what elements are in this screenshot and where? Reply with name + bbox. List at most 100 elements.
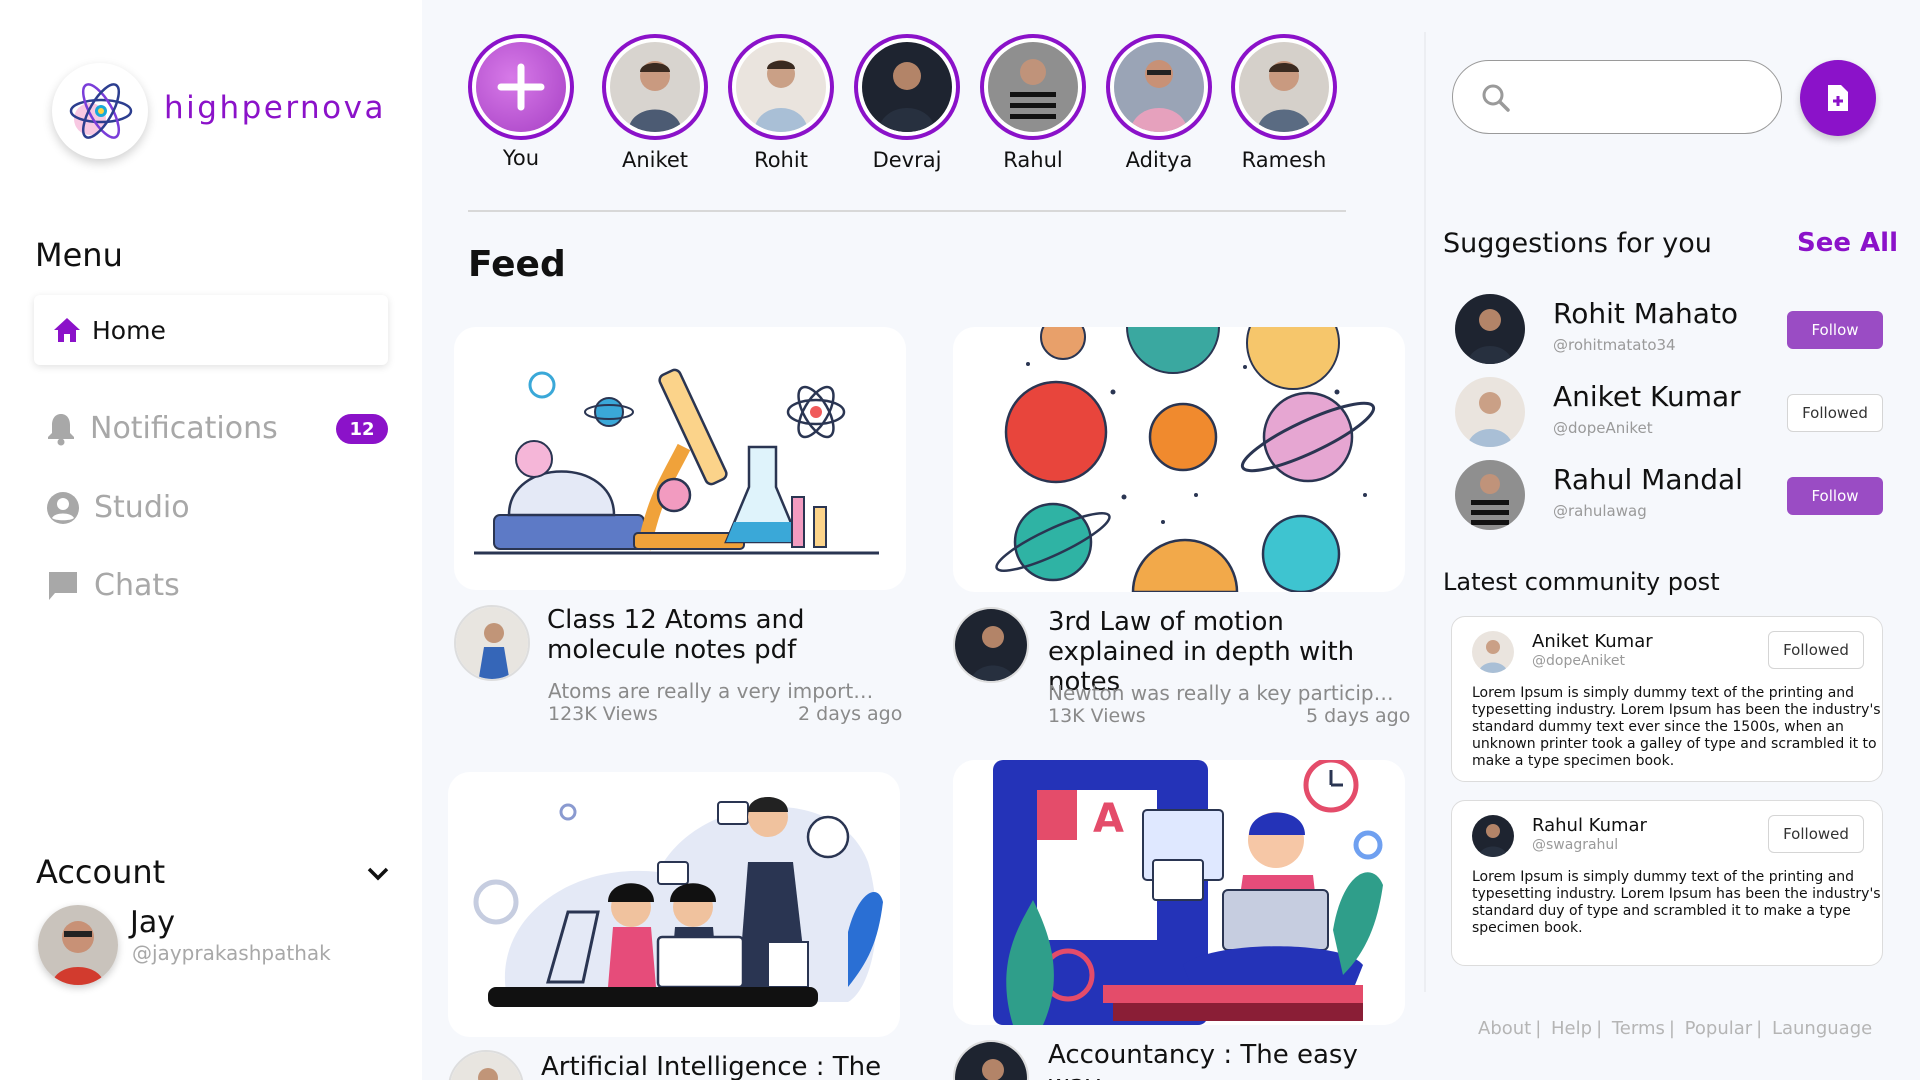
story-avatar xyxy=(1239,42,1329,132)
post-thumbnail-science[interactable] xyxy=(454,327,906,590)
see-all-link[interactable]: See All xyxy=(1797,228,1898,258)
community-post-author[interactable]: Rahul Kumar xyxy=(1532,815,1647,836)
story-avatar xyxy=(736,42,826,132)
community-post-avatar[interactable] xyxy=(1472,631,1514,673)
post-author-avatar[interactable] xyxy=(454,605,530,681)
suggestion-name[interactable]: Rahul Mandal xyxy=(1553,463,1743,496)
suggestion-avatar[interactable] xyxy=(1455,377,1525,447)
story-name: Devraj xyxy=(872,148,942,172)
plus-icon xyxy=(497,63,545,111)
post-description: Newton was really a key participant in p… xyxy=(1048,681,1394,705)
footer-links: About | Help | Terms | Popular | Launguage xyxy=(1478,1018,1873,1039)
post-thumbnail-accountancy[interactable]: A xyxy=(953,760,1405,1025)
chat-icon xyxy=(49,571,77,600)
story-avatar xyxy=(862,42,952,132)
suggestion-name[interactable]: Aniket Kumar xyxy=(1553,380,1741,413)
post-views: 123K Views xyxy=(548,703,658,725)
follow-button[interactable]: Follow xyxy=(1787,477,1883,515)
story-name: Rahul xyxy=(1003,148,1063,172)
story-rohit[interactable]: Rohit xyxy=(726,34,836,172)
stories-divider xyxy=(468,210,1346,212)
story-avatar xyxy=(610,42,700,132)
brand-logo[interactable] xyxy=(52,63,148,159)
new-post-button[interactable] xyxy=(1800,60,1876,136)
brand-name: highpernova xyxy=(164,90,386,126)
followed-button[interactable]: Followed xyxy=(1768,815,1864,853)
sidebar-item-chats[interactable]: Chats xyxy=(46,568,180,603)
notifications-count-badge: 12 xyxy=(336,414,388,444)
story-avatar xyxy=(1114,42,1204,132)
suggestion-handle: @rahulawag xyxy=(1553,502,1647,520)
post-author-avatar[interactable] xyxy=(448,1050,524,1080)
story-ramesh[interactable]: Ramesh xyxy=(1229,34,1339,172)
suggestion-handle: @dopeAniket xyxy=(1553,419,1653,437)
right-column-divider xyxy=(1424,32,1426,992)
story-name: Rohit xyxy=(754,148,808,172)
sidebar-item-home[interactable]: Home xyxy=(34,295,388,365)
atom-icon xyxy=(69,83,133,139)
community-post-text: Lorem Ipsum is simply dummy text of the … xyxy=(1472,685,1881,769)
feed-title: Feed xyxy=(468,244,566,285)
community-post[interactable]: Rahul Kumar @swagrahul Followed Lorem Ip… xyxy=(1451,800,1883,966)
user-circle-icon xyxy=(47,491,79,524)
footer-link-help[interactable]: Help xyxy=(1551,1018,1592,1039)
post-age: 5 days ago xyxy=(1306,705,1411,727)
community-post-avatar[interactable] xyxy=(1472,815,1514,857)
post-title[interactable]: Accountancy : The easy way xyxy=(1048,1040,1408,1080)
story-ring xyxy=(468,34,574,140)
story-name: Aditya xyxy=(1125,148,1193,172)
community-post-handle: @dopeAniket xyxy=(1532,653,1626,669)
post-description: Atoms are really a very important part o… xyxy=(548,679,882,703)
post-author-avatar[interactable] xyxy=(953,607,1029,683)
add-file-icon xyxy=(1828,85,1848,111)
search-icon xyxy=(1482,84,1510,112)
sidebar-item-label: Notifications xyxy=(90,411,278,446)
bell-icon xyxy=(48,413,74,445)
story-name: You xyxy=(502,146,540,170)
story-you[interactable]: You xyxy=(466,34,576,170)
post-views: 13K Views xyxy=(1048,705,1146,727)
community-post-text: Lorem Ipsum is simply dummy text of the … xyxy=(1472,869,1881,936)
community-post-handle: @swagrahul xyxy=(1532,837,1619,853)
post-age: 2 days ago xyxy=(798,703,903,725)
suggestion-avatar[interactable] xyxy=(1455,460,1525,530)
story-name: Ramesh xyxy=(1241,148,1327,172)
community-post-author[interactable]: Aniket Kumar xyxy=(1532,631,1653,652)
post-title[interactable]: Class 12 Atoms and molecule notes pdf xyxy=(547,605,907,665)
svg-text:A: A xyxy=(1093,796,1124,842)
search-input[interactable] xyxy=(1452,60,1782,134)
menu-title: Menu xyxy=(35,236,123,274)
followed-button[interactable]: Followed xyxy=(1787,394,1883,432)
footer-link-popular[interactable]: Popular xyxy=(1685,1018,1753,1039)
post-title[interactable]: Artificial Intelligence : The xyxy=(541,1052,901,1080)
account-handle: @jayprakashpathak xyxy=(132,941,331,965)
sidebar: highpernova Menu Home Notifications 12 S… xyxy=(0,0,422,1080)
suggestions-title: Suggestions for you xyxy=(1443,228,1712,259)
account-name: Jay xyxy=(130,905,175,940)
followed-button[interactable]: Followed xyxy=(1768,631,1864,669)
suggestion-handle: @rohitmatato34 xyxy=(1553,336,1676,354)
story-name: Aniket xyxy=(621,148,689,172)
suggestion-avatar[interactable] xyxy=(1455,294,1525,364)
footer-link-language[interactable]: Launguage xyxy=(1772,1018,1872,1039)
story-rahul[interactable]: Rahul xyxy=(978,34,1088,172)
community-post[interactable]: Aniket Kumar @dopeAniket Followed Lorem … xyxy=(1451,616,1883,782)
story-aniket[interactable]: Aniket xyxy=(600,34,710,172)
sidebar-item-notifications[interactable]: Notifications xyxy=(46,411,278,446)
story-aditya[interactable]: Aditya xyxy=(1104,34,1214,172)
home-icon xyxy=(54,318,80,342)
story-devraj[interactable]: Devraj xyxy=(852,34,962,172)
post-thumbnail-planets[interactable] xyxy=(953,327,1405,592)
add-story-thumb xyxy=(476,42,566,132)
sidebar-item-label: Studio xyxy=(94,490,190,525)
post-author-avatar[interactable] xyxy=(953,1040,1029,1080)
sidebar-item-studio[interactable]: Studio xyxy=(46,490,190,525)
footer-link-terms[interactable]: Terms xyxy=(1612,1018,1665,1039)
follow-button[interactable]: Follow xyxy=(1787,311,1883,349)
footer-link-about[interactable]: About xyxy=(1478,1018,1531,1039)
suggestion-name[interactable]: Rohit Mahato xyxy=(1553,297,1738,330)
post-thumbnail-ai[interactable] xyxy=(448,772,900,1037)
story-avatar xyxy=(988,42,1078,132)
chevron-down-icon[interactable] xyxy=(366,866,390,882)
avatar[interactable] xyxy=(38,905,118,985)
